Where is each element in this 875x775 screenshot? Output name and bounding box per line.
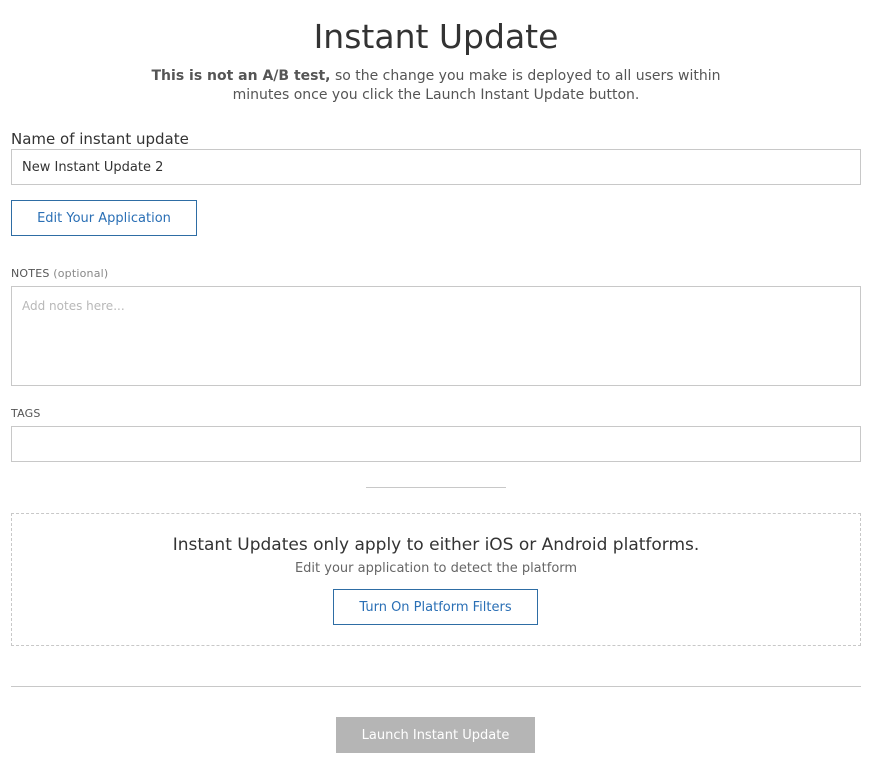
notes-optional-text: (optional) bbox=[53, 267, 109, 280]
page-title: Instant Update bbox=[313, 17, 559, 56]
subtitle-emphasis: This is not an A/B test, bbox=[151, 68, 331, 84]
notes-label-text: NOTES bbox=[11, 267, 50, 280]
name-label: Name of instant update bbox=[11, 130, 189, 148]
page-subtitle: This is not an A/B test, so the change y… bbox=[150, 67, 722, 105]
launch-instant-update-button[interactable]: Launch Instant Update bbox=[336, 717, 535, 753]
tags-input[interactable] bbox=[11, 426, 861, 462]
platform-notice-box: Instant Updates only apply to either iOS… bbox=[11, 513, 861, 646]
edit-application-button[interactable]: Edit Your Application bbox=[11, 200, 197, 236]
footer-divider bbox=[11, 686, 861, 687]
notes-textarea[interactable] bbox=[11, 286, 861, 386]
tags-label: TAGS bbox=[11, 407, 41, 420]
platform-heading: Instant Updates only apply to either iOS… bbox=[172, 535, 700, 555]
name-input[interactable] bbox=[11, 149, 861, 185]
section-divider bbox=[366, 487, 506, 488]
platform-subtext: Edit your application to detect the plat… bbox=[294, 561, 578, 576]
platform-filters-button[interactable]: Turn On Platform Filters bbox=[333, 589, 538, 625]
notes-label: NOTES (optional) bbox=[11, 267, 108, 280]
